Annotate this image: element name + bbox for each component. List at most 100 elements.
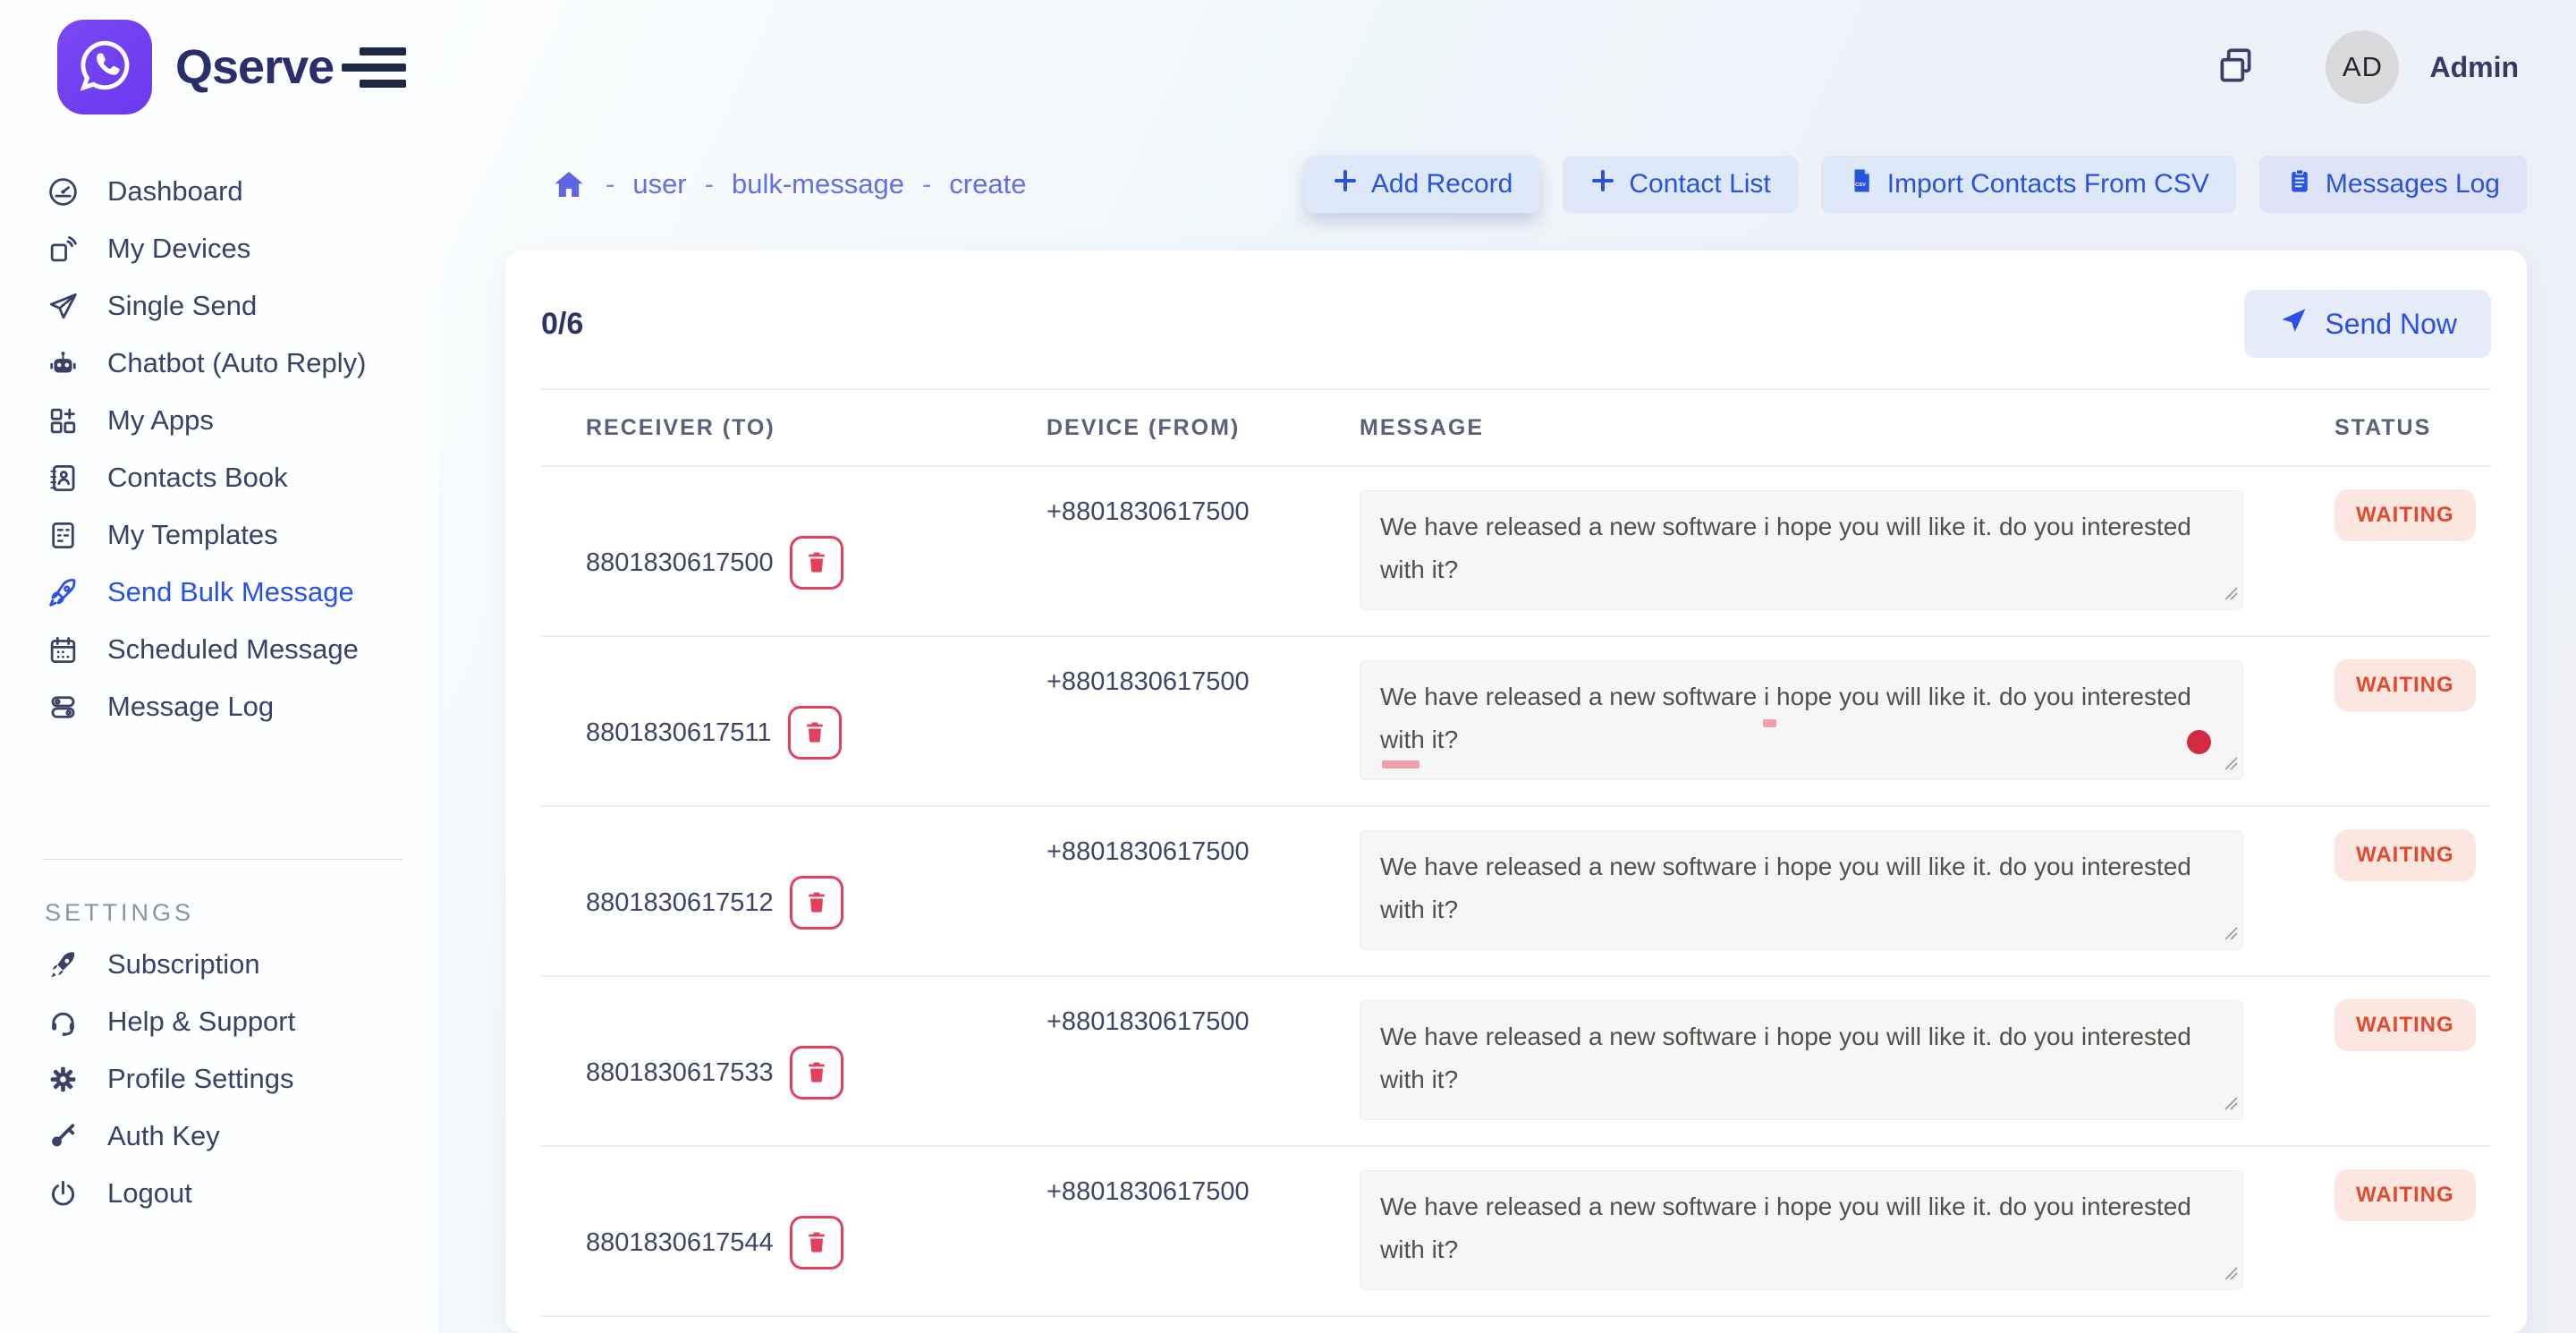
- sidebar-item-message-log[interactable]: Message Log: [0, 678, 438, 735]
- key-icon: [45, 1118, 80, 1154]
- delete-row-button[interactable]: [790, 1046, 843, 1100]
- status-badge: WAITING: [2334, 659, 2476, 711]
- sidebar-item-my-devices[interactable]: My Devices: [0, 220, 438, 277]
- receiver-number: 8801830617511: [586, 718, 772, 748]
- col-header-receiver: RECEIVER (TO): [541, 415, 1002, 441]
- message-textarea[interactable]: We have released a new software i hope y…: [1360, 660, 2243, 780]
- contacts-book-icon: [45, 460, 80, 496]
- breadcrumb-bulk-message[interactable]: bulk-message: [732, 168, 904, 200]
- sidebar-item-label: Contacts Book: [107, 462, 288, 494]
- sidebar-toggle-icon[interactable]: [352, 40, 406, 94]
- trash-icon: [804, 889, 829, 917]
- contact-list-button[interactable]: Contact List: [1563, 156, 1797, 213]
- sidebar-item-help-support[interactable]: Help & Support: [0, 993, 438, 1050]
- message-textarea[interactable]: We have released a new software i hope y…: [1360, 830, 2243, 950]
- trash-icon: [804, 549, 829, 577]
- dashboard-icon: [45, 174, 80, 209]
- status-badge: WAITING: [2334, 999, 2476, 1051]
- import-csv-button[interactable]: CSV Import Contacts From CSV: [1821, 156, 2236, 213]
- sidebar-item-logout[interactable]: Logout: [0, 1165, 438, 1222]
- message-field-wrap: We have released a new software i hope y…: [1360, 490, 2243, 610]
- table-row: 8801830617533 +8801830617500 We have rel…: [541, 977, 2491, 1147]
- send-now-button[interactable]: Send Now: [2244, 290, 2491, 358]
- sidebar-item-label: Logout: [107, 1177, 192, 1210]
- sidebar-item-label: My Templates: [107, 519, 278, 551]
- delete-row-button[interactable]: [788, 706, 842, 760]
- sidebar-item-chatbot[interactable]: Chatbot (Auto Reply): [0, 335, 438, 392]
- robot-icon: [45, 345, 80, 381]
- card-header: 0/6 Send Now: [541, 250, 2491, 388]
- sidebar-item-label: Subscription: [107, 948, 260, 981]
- calendar-icon: [45, 632, 80, 667]
- home-icon[interactable]: [550, 166, 588, 203]
- rocket-icon: [45, 574, 80, 610]
- apps-grid-icon: [45, 403, 80, 438]
- breadcrumb-create[interactable]: create: [949, 168, 1026, 200]
- sidebar-item-contacts-book[interactable]: Contacts Book: [0, 449, 438, 506]
- progress-counter: 0/6: [541, 307, 583, 342]
- table-row: 8801830617512 +8801830617500 We have rel…: [541, 807, 2491, 977]
- logo-row: Qserve: [0, 0, 438, 134]
- sidebar-item-label: Help & Support: [107, 1006, 295, 1038]
- delete-row-button[interactable]: [790, 1216, 843, 1269]
- message-textarea[interactable]: We have released a new software i hope y…: [1360, 490, 2243, 610]
- brand-logo[interactable]: [57, 20, 152, 115]
- col-header-message: MESSAGE: [1315, 415, 2290, 441]
- avatar[interactable]: AD: [2326, 30, 2399, 104]
- message-field-wrap: We have released a new software i hope y…: [1360, 1170, 2243, 1290]
- message-textarea[interactable]: We have released a new software i hope y…: [1360, 1000, 2243, 1120]
- sidebar-item-label: Message Log: [107, 691, 274, 723]
- headset-icon: [45, 1004, 80, 1040]
- sidebar-item-label: Profile Settings: [107, 1063, 294, 1095]
- device-number: +8801830617500: [1002, 1147, 1315, 1315]
- copy-icon[interactable]: [2211, 42, 2261, 92]
- device-number: +8801830617500: [1002, 977, 1315, 1145]
- settings-nav: Subscription Help & Support Profile Sett…: [0, 936, 438, 1222]
- breadcrumb: - user - bulk-message - create: [550, 166, 1026, 203]
- sidebar-item-label: Scheduled Message: [107, 633, 359, 666]
- user-name[interactable]: Admin: [2429, 51, 2519, 84]
- device-number: +8801830617500: [1002, 467, 1315, 635]
- delete-row-button[interactable]: [790, 876, 843, 930]
- col-header-device: DEVICE (FROM): [1002, 415, 1315, 441]
- sidebar-item-dashboard[interactable]: Dashboard: [0, 163, 438, 220]
- delete-row-button[interactable]: [790, 536, 843, 590]
- sidebar-item-profile-settings[interactable]: Profile Settings: [0, 1050, 438, 1108]
- sidebar-item-label: Dashboard: [107, 175, 243, 208]
- send-icon: [2278, 305, 2309, 343]
- sidebar-item-label: My Apps: [107, 404, 214, 437]
- table-row: 8801830617511 +8801830617500 We have rel…: [541, 637, 2491, 807]
- svg-text:CSV: CSV: [1855, 183, 1866, 188]
- app-root: Qserve Dashboard My Devices Single Send …: [0, 0, 2576, 1333]
- add-record-button[interactable]: Add Record: [1305, 156, 1539, 213]
- message-textarea[interactable]: We have released a new software i hope y…: [1360, 1170, 2243, 1290]
- sidebar-item-subscription[interactable]: Subscription: [0, 936, 438, 993]
- sidebar-item-my-templates[interactable]: My Templates: [0, 506, 438, 564]
- topbar: AD Admin: [438, 0, 2576, 134]
- paper-plane-icon: [45, 288, 80, 324]
- status-badge: WAITING: [2334, 829, 2476, 881]
- sidebar: Qserve Dashboard My Devices Single Send …: [0, 0, 438, 1333]
- receiver-number: 8801830617544: [586, 1228, 774, 1258]
- spellcheck-underline: [1382, 760, 1419, 768]
- log-icon: [45, 689, 80, 725]
- plus-icon: [1332, 167, 1359, 201]
- gear-icon: [45, 1061, 80, 1097]
- breadcrumb-user[interactable]: user: [632, 168, 686, 200]
- sidebar-item-send-bulk-message[interactable]: Send Bulk Message: [0, 564, 438, 621]
- brand-name: Qserve: [175, 39, 334, 95]
- bulk-message-card: 0/6 Send Now RECEIVER (TO) DEVICE (FROM)…: [505, 250, 2527, 1333]
- col-header-status: STATUS: [2290, 415, 2491, 441]
- trash-icon: [802, 719, 827, 747]
- sidebar-item-my-apps[interactable]: My Apps: [0, 392, 438, 449]
- message-field-wrap: We have released a new software i hope y…: [1360, 660, 2243, 780]
- grammar-checker-dot[interactable]: [2187, 730, 2211, 754]
- sidebar-item-scheduled-message[interactable]: Scheduled Message: [0, 621, 438, 678]
- device-number: +8801830617500: [1002, 807, 1315, 975]
- sidebar-item-auth-key[interactable]: Auth Key: [0, 1108, 438, 1165]
- whatsapp-icon: [73, 34, 136, 101]
- sidebar-item-single-send[interactable]: Single Send: [0, 277, 438, 335]
- messages-log-button[interactable]: Messages Log: [2259, 156, 2527, 213]
- main-nav: Dashboard My Devices Single Send Chatbot…: [0, 163, 438, 735]
- trash-icon: [804, 1059, 829, 1087]
